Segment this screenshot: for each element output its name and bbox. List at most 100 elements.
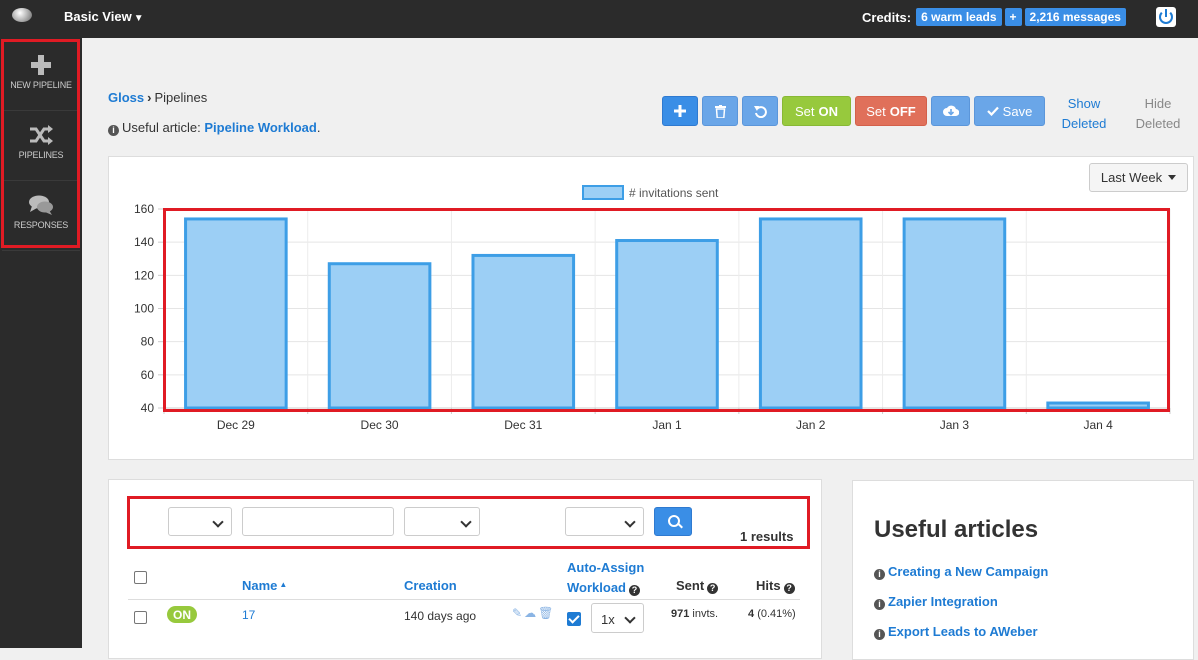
x-tick-label: Jan 3 [940, 418, 970, 432]
creation-column-header[interactable]: Creation [404, 578, 457, 593]
set-on-value: ON [818, 103, 839, 119]
bar [327, 262, 432, 410]
set-on-prefix: Set [794, 103, 815, 119]
show-deleted-link[interactable]: Show Deleted [1058, 94, 1110, 134]
sidebar-item-responses[interactable]: RESPONSES [2, 182, 80, 251]
bar [1046, 401, 1150, 410]
sidebar-item-label: NEW PIPELINE [10, 80, 72, 90]
period-dropdown[interactable]: Last Week [1089, 163, 1188, 192]
y-tick-label: 100 [134, 302, 154, 316]
comments-icon [2, 194, 80, 218]
credits-label: Credits: [862, 9, 912, 25]
status-filter-select[interactable] [168, 507, 232, 536]
x-tick-label: Dec 30 [361, 418, 399, 432]
row-checkbox[interactable] [134, 611, 147, 624]
power-icon[interactable] [1156, 7, 1176, 27]
creation-filter-select[interactable] [404, 507, 480, 536]
chevron-down-icon [624, 516, 636, 528]
name-header-label: Name [242, 578, 278, 593]
select-all-checkbox[interactable] [134, 571, 147, 584]
bar [615, 239, 719, 410]
set-off-button[interactable]: Set OFF [855, 96, 927, 126]
cloud-download-icon[interactable]: ☁ [524, 606, 538, 620]
chevron-down-icon [460, 516, 472, 528]
search-button[interactable] [654, 507, 692, 536]
workload-filter-select[interactable] [565, 507, 644, 536]
sent-cell: 971 invts. [671, 608, 718, 620]
set-on-button[interactable]: Set ON [782, 96, 851, 126]
auto-assign-header-line-1: Auto-Assign [567, 560, 645, 575]
save-button[interactable]: Save [974, 96, 1045, 126]
sidebar-item-label: PIPELINES [18, 150, 64, 160]
y-tick-label: 60 [141, 368, 155, 382]
article-link-new-campaign[interactable]: i Creating a New Campaign [874, 564, 1048, 580]
edit-icon[interactable]: ✎ [512, 606, 524, 620]
table-header-divider [128, 599, 800, 600]
sent-column-header: Sent? [676, 578, 719, 594]
cloud-download-button[interactable] [931, 96, 970, 126]
article-link-label: Export Leads to AWeber [888, 624, 1038, 639]
hide-deleted-link[interactable]: Hide Deleted [1132, 94, 1184, 134]
article-link-label: Creating a New Campaign [888, 564, 1049, 579]
breadcrumb-root-link[interactable]: Gloss [108, 90, 144, 105]
sidebar-item-new-pipeline[interactable]: NEW PIPELINE [2, 42, 80, 111]
sent-count: 971 [671, 608, 690, 620]
pipeline-name-link[interactable]: 17 [242, 608, 255, 622]
x-tick-label: Jan 2 [796, 418, 826, 432]
question-icon[interactable]: ? [783, 583, 795, 594]
hits-column-header: Hits? [756, 578, 795, 594]
name-column-header[interactable]: Name ▲ [242, 578, 287, 593]
legend-swatch [582, 185, 624, 200]
status-badge[interactable]: ON [167, 606, 197, 623]
workload-select[interactable]: 1x [591, 603, 644, 633]
question-icon[interactable]: ? [707, 583, 719, 594]
name-filter-input[interactable] [242, 507, 394, 536]
chevron-down-icon: ▼ [133, 13, 144, 24]
view-dropdown[interactable]: Basic View ▼ [64, 9, 144, 24]
x-tick-label: Jan 4 [1083, 418, 1113, 432]
pipelines-table-panel [108, 479, 822, 659]
info-icon: i [874, 569, 885, 580]
article-link-aweber[interactable]: i Export Leads to AWeber [874, 624, 1038, 640]
useful-articles-title: Useful articles [874, 516, 1039, 543]
undo-icon [753, 105, 767, 118]
trash-icon[interactable]: 🗑 [538, 606, 555, 620]
refresh-button[interactable] [742, 96, 778, 126]
y-tick-label: 80 [141, 335, 155, 349]
view-dropdown-label: Basic View [64, 9, 132, 24]
sidebar-item-pipelines[interactable]: PIPELINES [2, 112, 80, 181]
auto-assign-header-line-2: Workload [567, 580, 626, 595]
credits: Credits: 6 warm leads + 2,216 messages [862, 8, 1126, 26]
save-label: Save [1002, 103, 1033, 119]
x-tick-label: Dec 31 [504, 418, 542, 432]
messages-badge[interactable]: 2,216 messages [1024, 8, 1126, 26]
hide-deleted-line-1: Hide [1144, 96, 1172, 111]
period-dropdown-label: Last Week [1100, 170, 1163, 185]
useful-article-line: i Useful article: Pipeline Workload. [108, 120, 320, 136]
y-tick-label: 160 [134, 202, 154, 216]
sent-header-label: Sent [676, 578, 705, 593]
sidebar-item-label: RESPONSES [13, 220, 69, 230]
row-actions: ✎☁🗑 [512, 606, 555, 620]
article-link-zapier[interactable]: i Zapier Integration [874, 594, 998, 610]
warm-leads-badge[interactable]: 6 warm leads [916, 8, 1002, 26]
auto-assign-column-header[interactable]: Auto-Assign Workload? [567, 558, 644, 598]
sent-unit: invts. [692, 608, 719, 620]
trash-icon [714, 104, 726, 118]
creation-cell: 140 days ago [404, 609, 477, 623]
breadcrumb: Gloss › Pipelines [108, 90, 207, 105]
delete-button[interactable] [702, 96, 738, 126]
useful-article-suffix: . [316, 120, 321, 135]
add-credits-button[interactable]: + [1004, 8, 1022, 26]
logo-icon[interactable] [12, 8, 32, 22]
invitations-chart: 40 60 80 100 120 140 160 Dec 29 Dec 30 Dec 31 Jan … [134, 185, 1171, 432]
question-icon[interactable]: ? [629, 585, 640, 596]
useful-article-link[interactable]: Pipeline Workload [204, 120, 316, 135]
plus-icon [2, 54, 80, 78]
bar [758, 217, 863, 410]
add-button[interactable] [662, 96, 698, 126]
hits-count: 4 [748, 608, 755, 620]
chevron-down-icon [212, 516, 224, 528]
auto-assign-checkbox[interactable] [567, 612, 581, 626]
y-tick-label: 40 [141, 401, 155, 415]
